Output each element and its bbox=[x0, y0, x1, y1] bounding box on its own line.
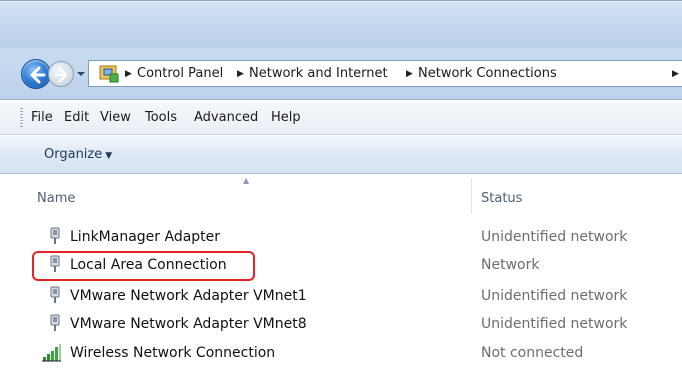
list-item[interactable]: VMware Network Adapter VMnet8 Unidentifi… bbox=[0, 312, 682, 338]
list-item[interactable]: VMware Network Adapter VMnet1 Unidentifi… bbox=[0, 284, 682, 310]
breadcrumb-separator-icon[interactable]: ▶ bbox=[406, 70, 414, 79]
breadcrumb-separator-icon[interactable]: ▶ bbox=[125, 70, 133, 79]
column-header-row bbox=[0, 174, 682, 216]
network-adapter-icon bbox=[50, 314, 60, 331]
breadcrumb-network-connections[interactable]: Network Connections bbox=[418, 66, 557, 81]
wireless-signal-icon bbox=[42, 344, 61, 362]
window-frame-glass bbox=[0, 0, 682, 48]
connection-name: VMware Network Adapter VMnet8 bbox=[70, 316, 307, 332]
connection-name: VMware Network Adapter VMnet1 bbox=[70, 288, 307, 304]
menu-view[interactable]: View bbox=[100, 110, 131, 125]
breadcrumb-network-and-internet[interactable]: Network and Internet bbox=[249, 66, 388, 81]
menu-file[interactable]: File bbox=[31, 110, 53, 125]
breadcrumb-separator-icon[interactable]: ▶ bbox=[237, 70, 245, 79]
menu-tools[interactable]: Tools bbox=[145, 110, 177, 125]
recent-pages-dropdown-icon[interactable] bbox=[76, 69, 86, 79]
menu-help[interactable]: Help bbox=[271, 110, 301, 125]
connection-status: Unidentified network bbox=[481, 316, 628, 332]
connection-name: LinkManager Adapter bbox=[70, 229, 221, 245]
connection-status: Not connected bbox=[481, 345, 584, 361]
connection-name: Wireless Network Connection bbox=[70, 345, 276, 361]
connection-status: Network bbox=[481, 257, 540, 273]
network-adapter-icon bbox=[50, 286, 60, 303]
forward-arrow-icon bbox=[54, 67, 68, 83]
breadcrumb-control-panel[interactable]: Control Panel bbox=[137, 66, 223, 81]
sort-ascending-icon: ▲ bbox=[243, 176, 250, 185]
list-item[interactable]: LinkManager Adapter Unidentified network bbox=[0, 225, 682, 251]
menu-bar-grip[interactable] bbox=[20, 108, 23, 128]
forward-button[interactable] bbox=[48, 61, 74, 87]
chevron-down-icon: ▼ bbox=[105, 151, 113, 161]
highlight-annotation bbox=[32, 251, 255, 281]
list-item[interactable]: Wireless Network Connection Not connecte… bbox=[0, 341, 682, 367]
breadcrumb-separator-icon[interactable]: ▶ bbox=[672, 70, 680, 79]
back-button[interactable] bbox=[21, 59, 51, 89]
column-divider[interactable] bbox=[471, 178, 472, 214]
column-header-status[interactable]: Status bbox=[481, 191, 522, 206]
menu-advanced[interactable]: Advanced bbox=[194, 110, 258, 125]
network-adapter-icon bbox=[50, 227, 60, 244]
network-connections-window: ▶ Control Panel ▶ Network and Internet ▶… bbox=[0, 0, 682, 382]
column-header-name[interactable]: Name bbox=[37, 191, 75, 206]
connection-status: Unidentified network bbox=[481, 288, 628, 304]
organize-label: Organize bbox=[44, 147, 103, 162]
connection-status: Unidentified network bbox=[481, 229, 628, 245]
network-connections-folder-icon bbox=[99, 65, 119, 83]
menu-edit[interactable]: Edit bbox=[64, 110, 89, 125]
organize-button[interactable]: Organize ▼ bbox=[44, 147, 112, 162]
